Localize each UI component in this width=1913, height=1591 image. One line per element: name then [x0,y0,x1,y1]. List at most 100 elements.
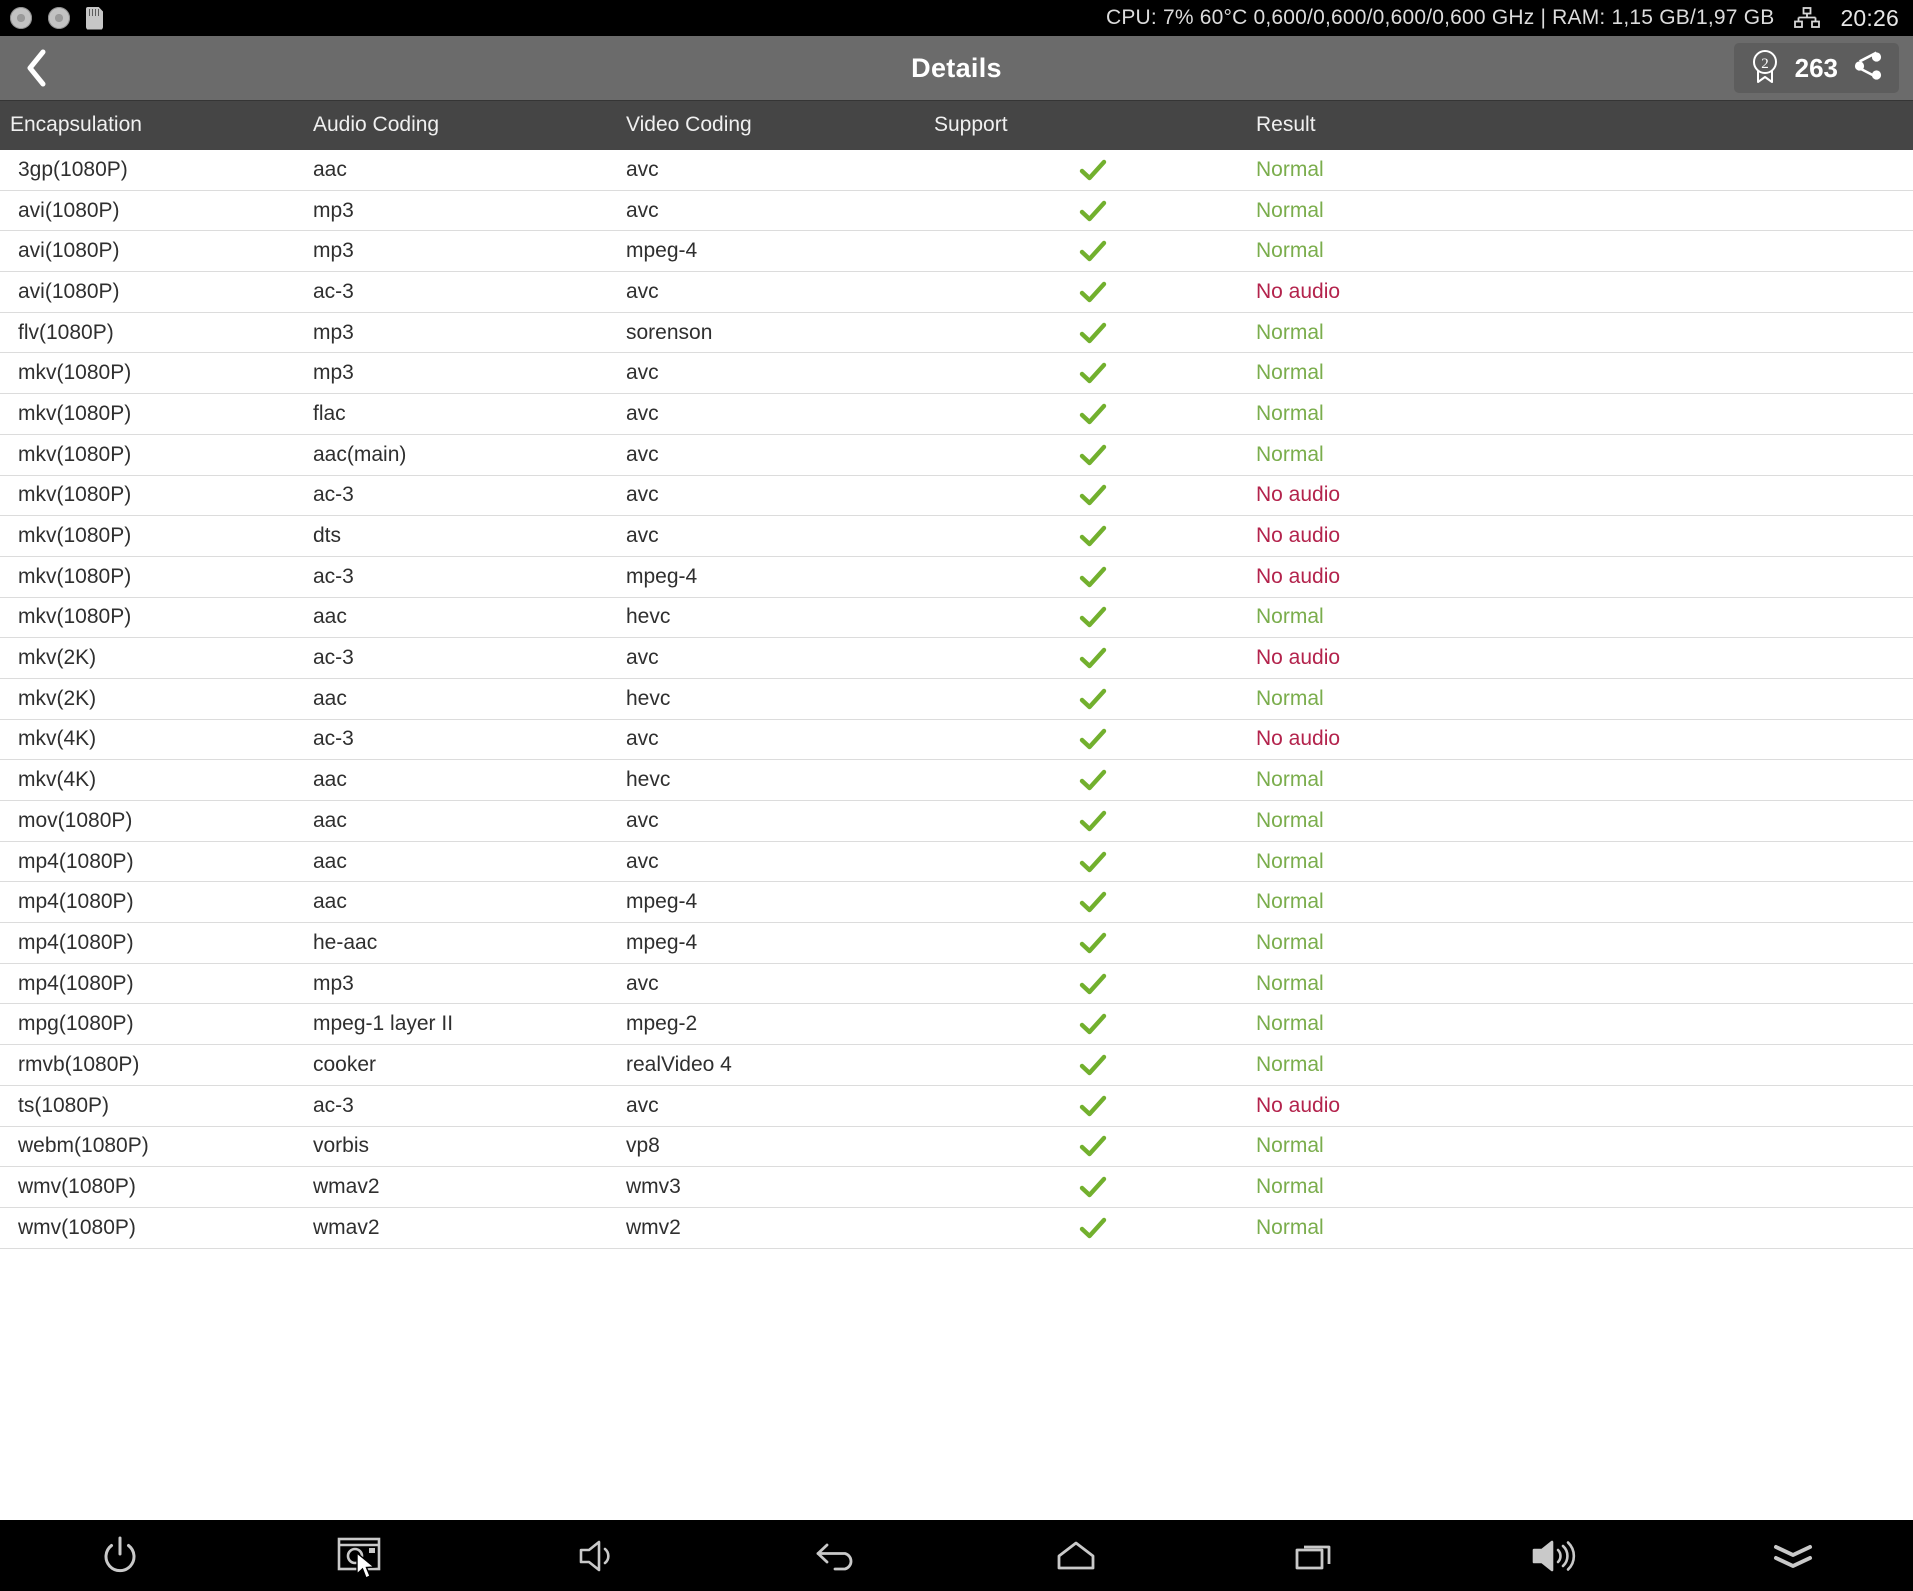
recent-apps-icon[interactable] [1196,1520,1435,1591]
cell-audio-coding: aac(main) [313,442,407,466]
cell-support [934,606,1252,628]
table-row[interactable]: mp4(1080P) he-aac mpeg-4 Normal [0,923,1913,964]
cell-encapsulation: mkv(1080P) [18,442,132,466]
cell-support [934,728,1252,750]
column-header-result: Result [1256,113,1316,136]
cell-support [934,240,1252,262]
sd-card-icon [86,6,103,30]
cell-audio-coding: aac [313,157,347,181]
cell-audio-coding: mp3 [313,361,354,385]
cell-video-coding: avc [626,971,659,995]
cell-audio-coding: ac-3 [313,727,354,751]
cell-result: No audio [1256,1093,1341,1117]
cell-audio-coding: ac-3 [313,279,354,303]
cell-result: Normal [1256,1012,1324,1036]
table-row[interactable]: mkv(1080P) flac avc Normal [0,394,1913,435]
cell-audio-coding: flac [313,401,346,425]
cell-video-coding: avc [626,442,659,466]
volume-up-icon[interactable] [1435,1520,1674,1591]
cell-result: Normal [1256,1175,1324,1199]
table-row[interactable]: mkv(4K) aac hevc Normal [0,760,1913,801]
title-bar: Details 2 263 [0,36,1913,100]
cell-support [934,769,1252,791]
cell-video-coding: avc [626,483,659,507]
volume-down-icon[interactable] [478,1520,717,1591]
table-row[interactable]: mkv(1080P) dts avc No audio [0,516,1913,557]
cell-video-coding: mpeg-4 [626,564,698,588]
share-icon[interactable] [1853,51,1883,86]
cell-result: Normal [1256,849,1324,873]
screenshot-icon[interactable] [239,1520,478,1591]
cell-support [934,362,1252,384]
cell-result: Normal [1256,198,1324,222]
back-button[interactable] [4,36,68,100]
cell-encapsulation: mp4(1080P) [18,849,134,873]
table-row[interactable]: wmv(1080P) wmav2 wmv2 Normal [0,1207,1913,1249]
cell-result: Normal [1256,361,1324,385]
disc-icon [10,7,32,29]
table-row[interactable]: 3gp(1080P) aac avc Normal [0,150,1913,191]
table-row[interactable]: mpg(1080P) mpeg-1 layer II mpeg-2 Normal [0,1004,1913,1046]
table-row[interactable]: mkv(1080P) aac(main) avc Normal [0,434,1913,476]
cell-encapsulation: 3gp(1080P) [18,157,128,181]
cell-audio-coding: aac [313,686,347,710]
cell-video-coding: mpeg-2 [626,1012,698,1036]
table-row[interactable]: mkv(1080P) aac hevc Normal [0,597,1913,639]
cpu-ram-readout: CPU: 7% 60°C 0,600/0,600/0,600/0,600 GHz… [1105,6,1775,29]
disc-icon [48,7,70,29]
cell-support [934,403,1252,425]
table-row[interactable]: rmvb(1080P) cooker realVideo 4 Normal [0,1045,1913,1086]
cell-audio-coding: vorbis [313,1134,370,1158]
double-chevron-down-icon[interactable] [1674,1520,1913,1591]
table-row[interactable]: mp4(1080P) aac mpeg-4 Normal [0,882,1913,924]
cell-encapsulation: mp4(1080P) [18,890,134,914]
table-row[interactable]: mkv(2K) aac hevc Normal [0,678,1913,720]
cell-audio-coding: aac [313,849,347,873]
navigation-bar [0,1520,1913,1591]
cell-video-coding: avc [626,157,659,181]
cell-result: Normal [1256,401,1324,425]
cell-video-coding: sorenson [626,320,713,344]
cell-support [934,525,1252,547]
table-row[interactable]: flv(1080P) mp3 sorenson Normal [0,312,1913,354]
cell-encapsulation: wmv(1080P) [18,1175,136,1199]
cell-encapsulation: mkv(1080P) [18,361,132,385]
cell-video-coding: avc [626,1093,659,1117]
cell-video-coding: avc [626,361,659,385]
cell-audio-coding: mp3 [313,198,354,222]
table-row[interactable]: avi(1080P) mp3 mpeg-4 Normal [0,231,1913,273]
table-row[interactable]: mp4(1080P) aac avc Normal [0,841,1913,883]
cell-support [934,891,1252,913]
table-row[interactable]: webm(1080P) vorbis vp8 Normal [0,1126,1913,1168]
table-row[interactable]: mkv(4K) ac-3 avc No audio [0,719,1913,761]
table-row[interactable]: avi(1080P) mp3 avc Normal [0,190,1913,232]
table-row[interactable]: ts(1080P) ac-3 avc No audio [0,1085,1913,1127]
table-row[interactable]: wmv(1080P) wmav2 wmv3 Normal [0,1167,1913,1208]
table-row[interactable]: mkv(1080P) mp3 avc Normal [0,353,1913,395]
power-icon[interactable] [0,1520,239,1591]
cell-result: Normal [1256,1215,1324,1239]
cell-encapsulation: mkv(2K) [18,646,97,670]
cell-audio-coding: wmav2 [313,1175,380,1199]
table-row[interactable]: mp4(1080P) mp3 avc Normal [0,963,1913,1005]
cell-support [934,322,1252,344]
table-row[interactable]: mkv(1080P) ac-3 mpeg-4 No audio [0,556,1913,598]
table-row[interactable]: avi(1080P) ac-3 avc No audio [0,272,1913,313]
table-row[interactable]: mov(1080P) aac avc Normal [0,801,1913,842]
cell-result: Normal [1256,1134,1324,1158]
table-row[interactable]: mkv(2K) ac-3 avc No audio [0,638,1913,679]
cell-support [934,647,1252,669]
cell-encapsulation: rmvb(1080P) [18,1052,140,1076]
cell-encapsulation: mov(1080P) [18,808,133,832]
award-ribbon-2-icon[interactable]: 2 [1750,49,1780,88]
cell-support [934,1176,1252,1198]
cell-support [934,973,1252,995]
cell-support [934,1217,1252,1239]
table-row[interactable]: mkv(1080P) ac-3 avc No audio [0,475,1913,517]
cell-support [934,1013,1252,1035]
back-icon[interactable] [717,1520,956,1591]
codec-table[interactable]: 3gp(1080P) aac avc Normal avi(1080P) mp3 avc No… [0,150,1913,1520]
home-icon[interactable] [957,1520,1196,1591]
cell-video-coding: hevc [626,605,671,629]
cell-result: Normal [1256,605,1324,629]
